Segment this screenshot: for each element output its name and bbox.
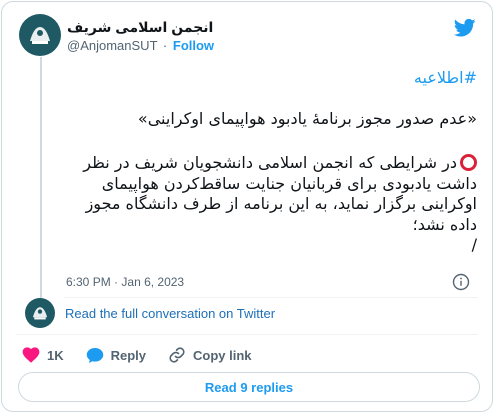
hashtag-link[interactable]: #اطلاعیه (414, 68, 477, 87)
tweet-continuation: / (471, 235, 477, 254)
divider-bottom (16, 334, 478, 335)
heart-icon (22, 347, 40, 363)
red-circle-icon (460, 154, 477, 171)
tweet-body-paragraph: در شرایطی که انجمن اسلامی دانشجویان شریف… (62, 153, 477, 235)
twitter-bird-icon[interactable] (454, 18, 476, 38)
tweet-time: 6:30 PM (66, 275, 111, 289)
copy-link-button[interactable]: Copy link (168, 346, 252, 364)
reply-label: Reply (110, 347, 147, 363)
embedded-tweet-card: انجمن اسلامی شریف @AnjomanSUT · Follow #… (1, 1, 493, 412)
tweet-timestamp[interactable]: 6:30 PM · Jan 6, 2023 (66, 275, 184, 289)
reply-button[interactable]: Reply (86, 347, 146, 364)
meta-separator: · (114, 275, 119, 289)
like-button[interactable]: 1K (22, 347, 64, 363)
info-icon[interactable] (452, 273, 470, 291)
tweet-date: Jan 6, 2023 (121, 275, 185, 289)
follow-button[interactable]: Follow (173, 38, 214, 53)
reply-bubble-icon (86, 347, 103, 363)
author-handle-row: @AnjomanSUT · Follow (67, 37, 432, 55)
read-replies-button[interactable]: Read 9 replies (18, 372, 480, 402)
handle-separator: · (162, 38, 168, 53)
tweet-title: «عدم صدور مجوز برنامهٔ یادبود هواپیمای ا… (137, 108, 477, 128)
like-count: 1K (47, 347, 64, 363)
avatar-logo-icon (32, 307, 48, 320)
conversation-avatar (25, 298, 55, 328)
tweet-text: #اطلاعیه «عدم صدور مجوز برنامهٔ یادبود ه… (62, 68, 477, 256)
author-avatar[interactable] (19, 14, 61, 56)
avatar-logo-icon (30, 27, 50, 44)
divider-top (64, 297, 478, 298)
link-icon (169, 347, 185, 363)
tweet-body: در شرایطی که انجمن اسلامی دانشجویان شریف… (83, 153, 477, 234)
thread-line (40, 57, 42, 298)
author-display-name[interactable]: انجمن اسلامی شریف (67, 17, 432, 37)
read-full-conversation-link[interactable]: Read the full conversation on Twitter (65, 306, 275, 321)
action-bar: 1K Reply Copy link (22, 345, 274, 365)
copy-link-label: Copy link (193, 347, 252, 363)
author-info: انجمن اسلامی شریف @AnjomanSUT · Follow (67, 17, 432, 55)
author-handle[interactable]: @AnjomanSUT (67, 38, 157, 53)
